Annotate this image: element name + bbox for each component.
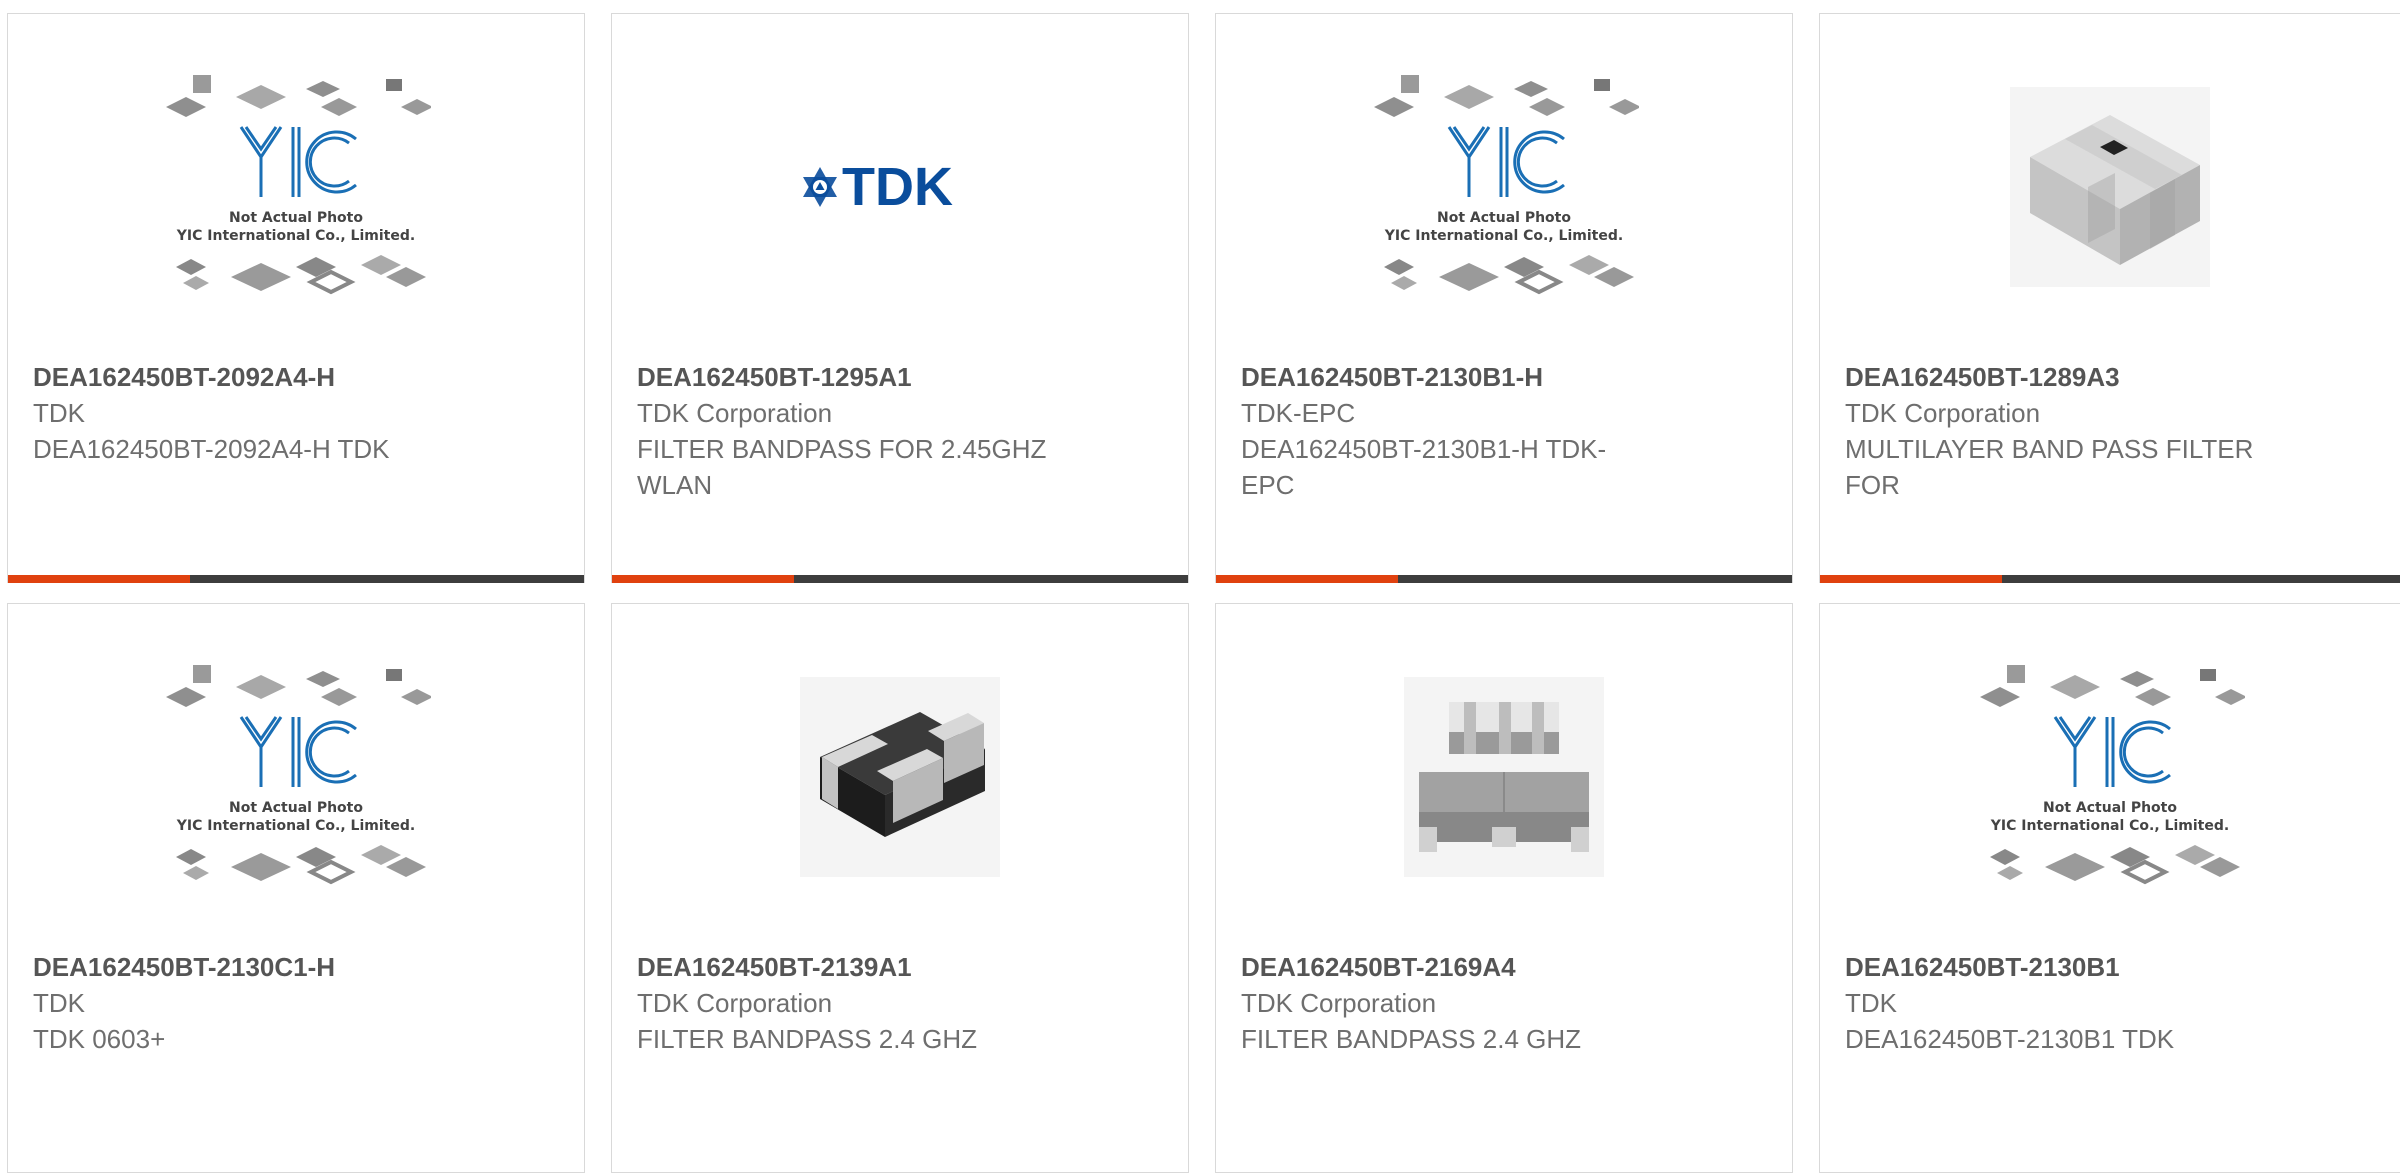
- placeholder-line2: YIC International Co., Limited.: [1384, 228, 1623, 244]
- yic-placeholder-image: Not Actual Photo YIC International Co., …: [161, 657, 431, 897]
- placeholder-line1: Not Actual Photo: [229, 800, 363, 816]
- manufacturer: TDK Corporation: [1845, 398, 2041, 428]
- manufacturer: TDK Corporation: [1241, 988, 1437, 1018]
- placeholder-line2: YIC International Co., Limited.: [176, 818, 415, 834]
- placeholder-line1: Not Actual Photo: [229, 210, 363, 226]
- description: DEA162450BT-2092A4-H TDK: [33, 434, 390, 464]
- yic-logo-icon: [1447, 125, 1565, 197]
- product-card[interactable]: DEA162450BT-2169A4 TDK Corporation FILTE…: [1215, 603, 1793, 1173]
- yic-placeholder-svg: Not Actual Photo YIC International Co., …: [1374, 74, 1639, 294]
- product-card[interactable]: Not Actual Photo YIC International Co., …: [7, 13, 585, 583]
- product-grid: Not Actual Photo YIC International Co., …: [0, 0, 2400, 1173]
- product-image[interactable]: TDK: [612, 14, 1188, 359]
- manufacturer: TDK Corporation: [637, 988, 833, 1018]
- description: DEA162450BT-2130B1-H TDK-EPC: [1241, 434, 1607, 500]
- tdk-logo-text: TDK: [842, 157, 953, 217]
- manufacturer: TDK: [1845, 988, 1897, 1018]
- product-image[interactable]: [1820, 14, 2400, 359]
- chip-gray-block-image: [2010, 86, 2210, 287]
- card-bar: [1216, 575, 1792, 583]
- card-bar: [8, 575, 584, 583]
- yic-placeholder-svg: Not Actual Photo YIC International Co., …: [1980, 664, 2245, 884]
- manufacturer: TDK: [33, 988, 85, 1018]
- card-bar-accent: [612, 575, 794, 583]
- product-image[interactable]: Not Actual Photo YIC International Co., …: [1820, 604, 2400, 949]
- description: MULTILAYER BAND PASS FILTER FOR: [1845, 434, 2254, 500]
- description: FILTER BANDPASS 2.4 GHZ: [637, 1024, 978, 1054]
- manufacturer: TDK-EPC: [1241, 398, 1356, 428]
- product-card[interactable]: Not Actual Photo YIC International Co., …: [7, 603, 585, 1173]
- card-bar: [612, 575, 1188, 583]
- yic-logo-icon: [2053, 715, 2171, 787]
- product-card[interactable]: Not Actual Photo YIC International Co., …: [1819, 603, 2400, 1173]
- product-image[interactable]: [612, 604, 1188, 949]
- product-image[interactable]: Not Actual Photo YIC International Co., …: [8, 14, 584, 359]
- part-number-link[interactable]: DEA162450BT-1289A3: [1845, 359, 2260, 395]
- placeholder-line2: YIC International Co., Limited.: [176, 228, 415, 244]
- part-number-link[interactable]: DEA162450BT-2139A1: [637, 949, 1048, 985]
- tdk-logo: TDK: [803, 157, 953, 217]
- description: FILTER BANDPASS 2.4 GHZ: [1241, 1024, 1582, 1054]
- description: FILTER BANDPASS FOR 2.45GHZ WLAN: [637, 434, 1047, 500]
- product-image[interactable]: Not Actual Photo YIC International Co., …: [1216, 14, 1792, 359]
- part-number-link[interactable]: DEA162450BT-2169A4: [1241, 949, 1652, 985]
- description: DEA162450BT-2130B1 TDK: [1845, 1024, 2175, 1054]
- part-number-link[interactable]: DEA162450BT-1295A1: [637, 359, 1048, 395]
- product-card[interactable]: DEA162450BT-1289A3 TDK Corporation MULTI…: [1819, 13, 2400, 583]
- yic-logo-icon: [239, 715, 357, 787]
- card-bar-accent: [8, 575, 190, 583]
- part-number-link[interactable]: DEA162450BT-2092A4-H: [33, 359, 444, 395]
- product-image[interactable]: [1216, 604, 1792, 949]
- manufacturer: TDK Corporation: [637, 398, 833, 428]
- product-card[interactable]: DEA162450BT-2139A1 TDK Corporation FILTE…: [611, 603, 1189, 1173]
- product-image[interactable]: Not Actual Photo YIC International Co., …: [8, 604, 584, 949]
- chip-gray-pair-image: [1404, 676, 1604, 877]
- card-bar: [1820, 575, 2400, 583]
- yic-placeholder-image: Not Actual Photo YIC International Co., …: [1369, 67, 1639, 307]
- placeholder-line1: Not Actual Photo: [2043, 800, 2177, 816]
- card-bar-accent: [1820, 575, 2002, 583]
- description: TDK 0603+: [33, 1024, 166, 1054]
- part-number-link[interactable]: DEA162450BT-2130C1-H: [33, 949, 444, 985]
- product-card[interactable]: Not Actual Photo YIC International Co., …: [1215, 13, 1793, 583]
- chip-black-smd-image: [800, 676, 1000, 877]
- yic-logo-icon: [239, 125, 357, 197]
- placeholder-line1: Not Actual Photo: [1437, 210, 1571, 226]
- part-number-link[interactable]: DEA162450BT-2130B1-H: [1241, 359, 1652, 395]
- part-number-link[interactable]: DEA162450BT-2130B1: [1845, 949, 2260, 985]
- card-bar-accent: [1216, 575, 1398, 583]
- yic-placeholder-image: Not Actual Photo YIC International Co., …: [1975, 657, 2245, 897]
- yic-placeholder-svg: Not Actual Photo YIC International Co., …: [166, 664, 431, 884]
- product-card[interactable]: TDK DEA162450BT-1295A1 TDK Corporation F…: [611, 13, 1189, 583]
- yic-placeholder-svg: Not Actual Photo YIC International Co., …: [166, 74, 431, 294]
- yic-placeholder-image: Not Actual Photo YIC International Co., …: [161, 67, 431, 307]
- placeholder-line2: YIC International Co., Limited.: [1990, 818, 2229, 834]
- manufacturer: TDK: [33, 398, 85, 428]
